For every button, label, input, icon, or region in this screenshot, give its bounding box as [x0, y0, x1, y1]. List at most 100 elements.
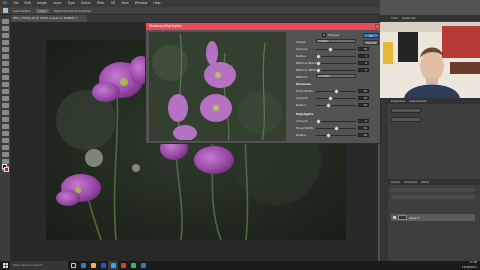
system-clock[interactable]: 11:08 25/08/2017 [462, 261, 477, 270]
preset-dropdown[interactable]: Custom [316, 39, 356, 43]
tool-icon[interactable] [2, 145, 9, 150]
file-explorer-icon[interactable] [88, 261, 98, 270]
radius-label: Radius: [296, 54, 307, 58]
highlights-amount-thumb[interactable] [316, 119, 321, 124]
shadows-radius-slider[interactable] [316, 105, 356, 106]
highlights-radius-field[interactable]: 30 [358, 133, 369, 137]
shadows-tonal-width-field[interactable]: 50 [358, 89, 369, 93]
task-view-icon[interactable] [68, 261, 78, 270]
document-tab[interactable]: IMG_1753CJ.tif @ 100% (Layer 0, RGB/8*) … [11, 15, 87, 22]
shadows-amount-label: Amount: [296, 96, 309, 100]
menu-type[interactable]: Type [68, 0, 75, 7]
tool-icon[interactable] [2, 40, 9, 45]
tool-icon[interactable] [2, 152, 9, 157]
eye-icon[interactable] [393, 216, 396, 219]
menu-filter[interactable]: Filter [97, 0, 105, 7]
lightroom-icon[interactable] [138, 261, 148, 270]
photoshop-taskbar-icon[interactable] [108, 261, 118, 270]
menu-edit[interactable]: Edit [25, 0, 31, 7]
radius-slider-thumb[interactable] [316, 54, 321, 59]
midtone-white-slider[interactable] [316, 70, 356, 71]
preview-checkbox[interactable] [322, 33, 326, 37]
ok-button[interactable]: OK [363, 33, 379, 38]
menu-3d[interactable]: 3D [111, 0, 115, 7]
windows-icon [2, 263, 8, 268]
shadows-radius-thumb[interactable] [326, 103, 331, 108]
auto-select-target[interactable]: Layer [36, 8, 49, 13]
tool-icon[interactable] [2, 89, 9, 94]
tab-layers[interactable]: Layers [391, 179, 400, 185]
tool-icon[interactable] [2, 82, 9, 87]
shadows-amount-field[interactable]: 35 [358, 96, 369, 100]
shadows-radius-field[interactable]: 30 [358, 103, 369, 107]
tool-icon[interactable] [2, 68, 9, 73]
layer-name[interactable]: Layer 0 [409, 216, 419, 220]
app-icon-green[interactable] [128, 261, 138, 270]
menu-select[interactable]: Select [81, 0, 91, 7]
tool-icon[interactable] [2, 19, 9, 24]
tool-icon[interactable] [2, 26, 9, 31]
tab-paths[interactable]: Paths [421, 179, 429, 185]
amount-slider[interactable] [316, 49, 356, 50]
midtone-black-slider[interactable] [316, 63, 356, 64]
tool-icon[interactable] [2, 110, 9, 115]
tab-properties[interactable]: Properties [391, 98, 405, 104]
tab-channels[interactable]: Channels [404, 179, 417, 185]
menu-window[interactable]: Window [135, 0, 148, 7]
cancel-button[interactable]: Cancel [363, 40, 379, 45]
auto-select-label[interactable]: Auto-Select: [13, 9, 31, 13]
move-tool-icon[interactable] [3, 8, 8, 13]
layer-row[interactable]: Layer 0 [391, 214, 475, 221]
show-transform-toggle[interactable]: Show Transform Controls [54, 9, 91, 13]
highlights-amount-slider[interactable] [316, 121, 356, 122]
amount-field[interactable]: 35 [358, 47, 369, 51]
taskbar-search-box[interactable]: Type here to search [10, 261, 68, 270]
dialog-titlebar[interactable]: Shadows/Highlights × [146, 23, 382, 30]
tool-icon[interactable] [2, 124, 9, 129]
tool-icon[interactable] [2, 138, 9, 143]
shadows-tonal-width-thumb[interactable] [334, 89, 339, 94]
method-dropdown[interactable]: Local Blur [316, 74, 356, 78]
start-button[interactable] [0, 261, 10, 270]
highlights-tonal-width-thumb[interactable] [334, 126, 339, 131]
radius-slider[interactable] [316, 56, 356, 57]
shadows-amount-slider[interactable] [316, 98, 356, 99]
menu-image[interactable]: Image [37, 0, 47, 7]
properties-field-w[interactable] [391, 108, 421, 113]
tab-adjustments[interactable]: Adjustments [409, 98, 427, 104]
menu-view[interactable]: View [121, 0, 129, 7]
highlights-tonal-width-field[interactable]: 50 [358, 126, 369, 130]
midtone-white-slider-thumb[interactable] [316, 68, 321, 73]
highlights-radius-thumb[interactable] [326, 133, 331, 138]
menu-help[interactable]: Help [153, 0, 160, 7]
radius-field[interactable]: 1 [358, 54, 369, 58]
midtone-black-slider-thumb[interactable] [316, 61, 321, 66]
amount-slider-thumb[interactable] [328, 47, 333, 52]
midtone-white-field[interactable]: 0 [358, 68, 369, 72]
tool-icon[interactable] [2, 61, 9, 66]
store-icon[interactable] [98, 261, 108, 270]
layers-filter-bar[interactable] [391, 188, 475, 192]
layers-blend-bar[interactable] [391, 195, 475, 199]
menu-file[interactable]: File [13, 0, 18, 7]
tool-icon[interactable] [2, 33, 9, 38]
highlights-amount-field[interactable]: 0 [358, 119, 369, 123]
background-color-swatch[interactable] [4, 167, 9, 172]
tab-color[interactable]: Color [391, 15, 398, 21]
edge-icon[interactable] [78, 261, 88, 270]
tool-icon[interactable] [2, 131, 9, 136]
menu-layer[interactable]: Layer [53, 0, 62, 7]
tool-icon[interactable] [2, 54, 9, 59]
midtone-black-field[interactable]: 0 [358, 61, 369, 65]
tool-icon[interactable] [2, 117, 9, 122]
tool-icon[interactable] [2, 103, 9, 108]
ps-logo[interactable]: Ps [3, 0, 7, 7]
properties-field-h[interactable] [391, 117, 421, 122]
tool-icon[interactable] [2, 75, 9, 80]
app-icon-red[interactable] [118, 261, 128, 270]
tool-icon[interactable] [2, 47, 9, 52]
tab-swatches[interactable]: Swatches [402, 15, 415, 21]
highlights-radius-slider[interactable] [316, 135, 356, 136]
tool-icon[interactable] [2, 96, 9, 101]
shadows-amount-thumb[interactable] [328, 96, 333, 101]
